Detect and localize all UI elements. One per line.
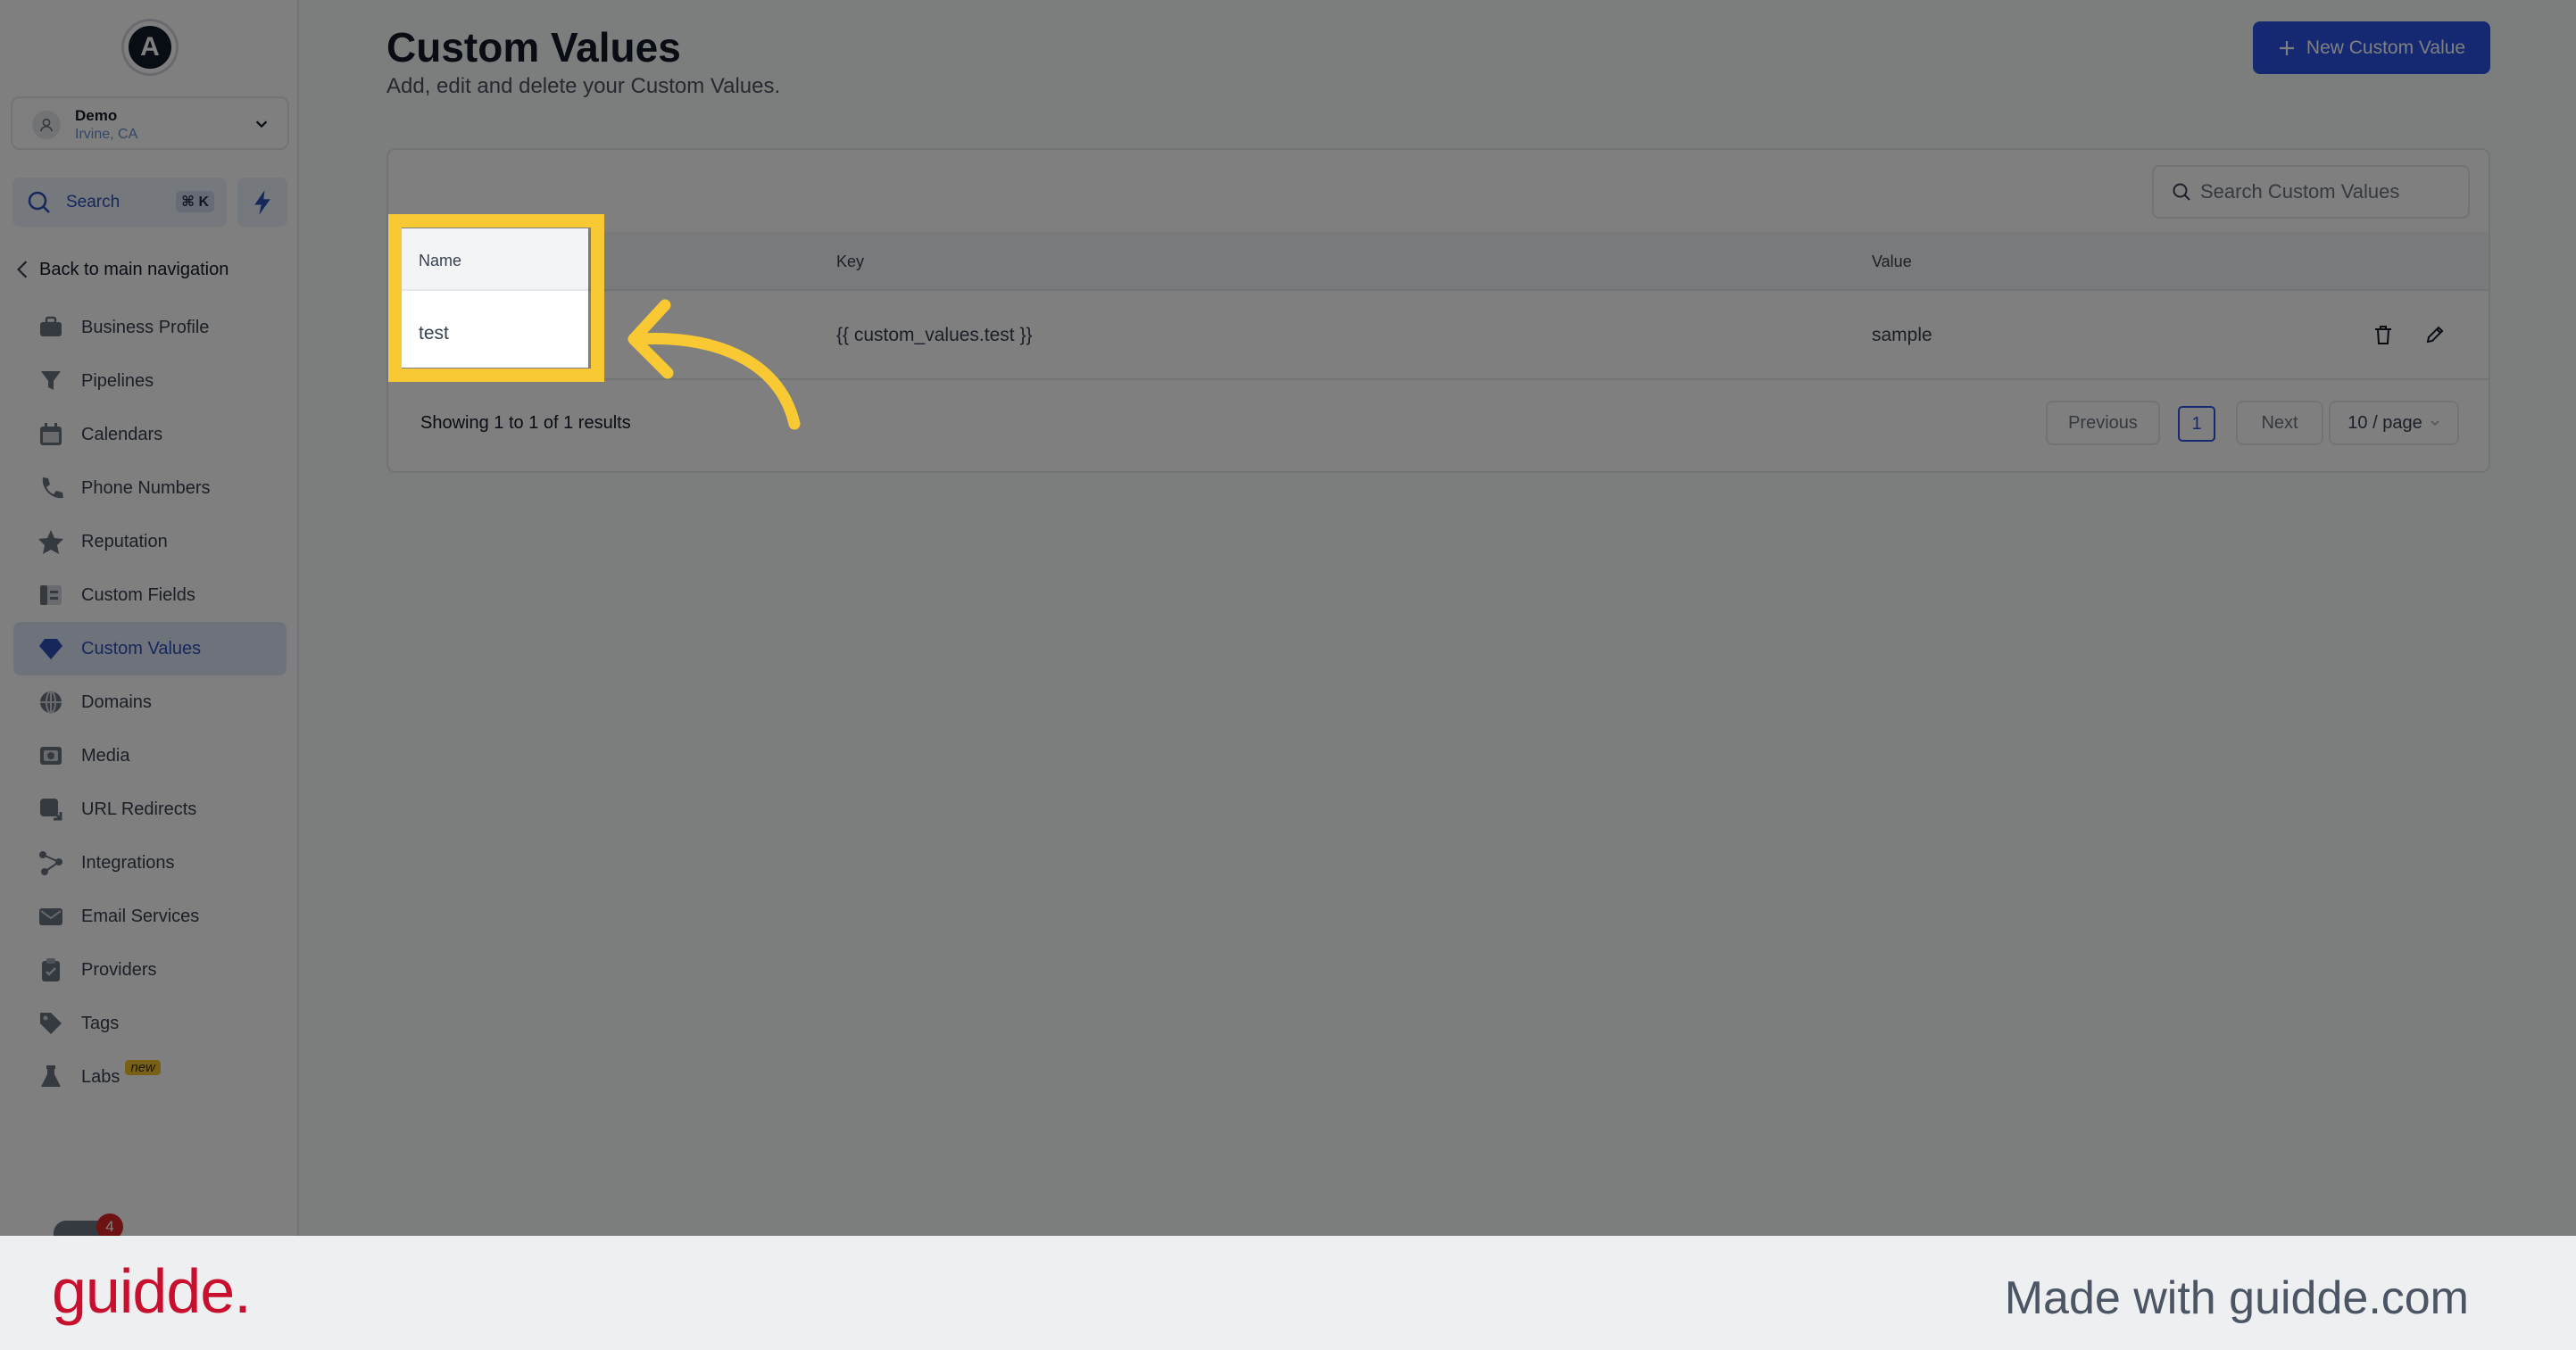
bolt-icon [254, 189, 270, 215]
sidebar-item-integrations[interactable]: Integrations [13, 836, 287, 890]
account-name: Demo [75, 107, 118, 124]
page-title: Custom Values [386, 24, 681, 70]
sidebar: A Demo Irvine, CA Search ⌘ K Back to mai… [0, 0, 299, 1236]
sidebar-item-providers[interactable]: Providers [13, 943, 287, 997]
sidebar-item-reputation[interactable]: Reputation [13, 515, 287, 568]
search-shortcut: ⌘ K [176, 191, 214, 212]
page-subtitle: Add, edit and delete your Custom Values. [386, 74, 781, 98]
user-icon [32, 111, 61, 139]
delete-icon[interactable] [2372, 323, 2397, 348]
plus-icon [2279, 40, 2294, 55]
sidebar-item-domains[interactable]: Domains [13, 675, 287, 729]
sidebar-item-media[interactable]: Media [13, 729, 287, 783]
sidebar-item-calendars[interactable]: Calendars [13, 408, 287, 461]
filter-icon [37, 367, 65, 395]
calendar-icon [37, 420, 65, 449]
page-size-select[interactable]: 10 / page [2329, 401, 2459, 445]
made-with-guidde: Made with guidde.com [2004, 1272, 2469, 1324]
highlighted-name-cell[interactable]: Name test [401, 228, 588, 368]
sidebar-item-url-redirects[interactable]: URL Redirects [13, 783, 287, 836]
chevron-left-icon [17, 261, 28, 278]
flask-icon [37, 1063, 65, 1091]
clipboard-icon [37, 956, 65, 984]
notification-count: 4 [96, 1213, 123, 1236]
previous-page-button[interactable]: Previous [2046, 401, 2160, 445]
gem-icon [37, 634, 65, 663]
search-icon [2173, 183, 2190, 201]
fields-icon [37, 581, 65, 609]
settings-nav: Business Profile Pipelines Calendars Pho… [13, 301, 287, 1104]
column-header-key[interactable]: Key [836, 253, 864, 271]
app-window: A Demo Irvine, CA Search ⌘ K Back to mai… [0, 0, 2576, 1236]
guidde-footer: guidde. Made with guidde.com [0, 1236, 2576, 1350]
phone-icon [37, 474, 65, 502]
email-icon [37, 902, 65, 931]
redirect-icon [37, 795, 65, 824]
search-button[interactable]: Search ⌘ K [12, 178, 227, 227]
cell-key: {{ custom_values.test }} [836, 325, 1033, 345]
briefcase-icon [37, 313, 65, 342]
page-number-1[interactable]: 1 [2178, 406, 2215, 442]
tag-icon [37, 1009, 65, 1038]
new-custom-value-button[interactable]: New Custom Value [2253, 21, 2490, 74]
sidebar-item-tags[interactable]: Tags [13, 997, 287, 1050]
sidebar-item-custom-fields[interactable]: Custom Fields [13, 568, 287, 622]
column-header-value[interactable]: Value [1872, 253, 1912, 271]
sidebar-item-labs[interactable]: Labs new [13, 1050, 287, 1104]
sidebar-item-phone-numbers[interactable]: Phone Numbers [13, 461, 287, 515]
edit-icon[interactable] [2423, 323, 2448, 348]
back-to-main-navigation[interactable]: Back to main navigation [16, 257, 229, 282]
custom-values-search[interactable] [2152, 165, 2470, 219]
new-badge: new [125, 1059, 161, 1075]
sidebar-item-pipelines[interactable]: Pipelines [13, 354, 287, 408]
integrations-icon [37, 849, 65, 877]
account-location: Irvine, CA [75, 127, 138, 142]
star-icon [37, 527, 65, 556]
account-switcher[interactable]: Demo Irvine, CA [11, 96, 289, 150]
quick-actions-button[interactable] [237, 178, 287, 227]
chevron-down-icon [255, 120, 268, 128]
globe-icon [37, 688, 65, 716]
next-page-button[interactable]: Next [2236, 401, 2323, 445]
results-summary: Showing 1 to 1 of 1 results [420, 413, 631, 433]
table-header: Name Key Value [388, 232, 2489, 291]
sidebar-item-business-profile[interactable]: Business Profile [13, 301, 287, 354]
notifications-widget[interactable]: 4 [54, 1213, 123, 1236]
cell-value: sample [1872, 325, 1932, 345]
search-custom-values-input[interactable] [2200, 180, 2459, 203]
chevron-down-icon [2431, 420, 2439, 427]
guidde-logo: guidde. [52, 1256, 252, 1326]
search-icon [28, 191, 50, 213]
arrow-annotation-icon [627, 299, 801, 430]
sidebar-item-email-services[interactable]: Email Services [13, 890, 287, 943]
sidebar-item-custom-values[interactable]: Custom Values [13, 622, 287, 675]
search-label: Search [66, 193, 120, 211]
media-icon [37, 741, 65, 770]
app-logo[interactable]: A [124, 21, 176, 73]
